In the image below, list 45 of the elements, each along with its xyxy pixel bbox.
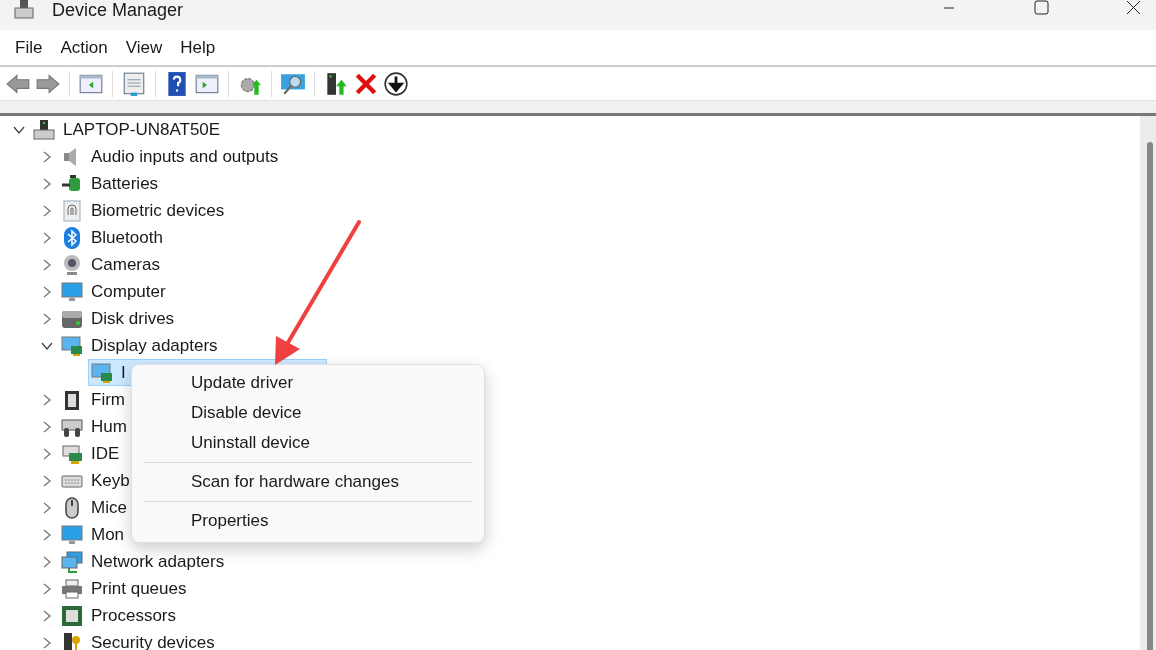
tree-item[interactable]: IDE [91, 443, 120, 464]
key-device-icon [61, 631, 83, 650]
fingerprint-icon [61, 199, 83, 222]
printer-icon [61, 577, 83, 600]
menu-item[interactable]: Action [51, 37, 117, 58]
properties-window-icon[interactable] [121, 70, 147, 97]
tree-item[interactable]: Keyb [91, 470, 130, 491]
tree-item[interactable]: Audio inputs and outputs [91, 146, 279, 167]
monitor-icon [61, 280, 83, 303]
scrollbar[interactable] [1140, 116, 1156, 650]
tree-item[interactable]: Disk drives [91, 308, 175, 329]
tree-item[interactable]: Batteries [91, 173, 159, 194]
network-icon [61, 550, 83, 573]
tree-item[interactable]: Display adapters [91, 335, 218, 356]
menu-item[interactable]: File [6, 37, 52, 58]
display-card-icon [91, 361, 113, 384]
context-menu-item[interactable]: Update driver [136, 368, 480, 398]
tree-item[interactable]: Mon [91, 524, 125, 545]
monitor-icon [61, 523, 83, 546]
processor-icon [61, 604, 83, 627]
tree-item[interactable]: Mice [91, 497, 127, 518]
menu-item[interactable]: View [116, 37, 172, 58]
tree-item[interactable]: Biometric devices [91, 200, 225, 221]
computer-tower-icon [33, 118, 55, 141]
display-card-icon [61, 334, 83, 357]
tree-item[interactable]: LAPTOP-UN8AT50E [63, 119, 221, 140]
context-menu-item[interactable]: Scan for hardware changes [136, 467, 480, 497]
download-circle-icon[interactable] [383, 70, 409, 97]
computer-tower-icon [14, 0, 34, 20]
tree-item[interactable]: Firm [91, 389, 125, 410]
window-title: Device Manager [52, 0, 184, 20]
tree-item[interactable]: Computer [91, 281, 166, 302]
tree-item[interactable]: Processors [91, 605, 177, 626]
tree-item[interactable]: Cameras [91, 254, 160, 275]
bluetooth-icon [61, 226, 83, 249]
context-menu-item[interactable]: Properties [136, 506, 480, 536]
webcam-icon [61, 253, 83, 276]
context-menu-item[interactable]: Uninstall device [136, 428, 480, 458]
tree-item[interactable]: Bluetooth [91, 227, 163, 248]
tree-item[interactable]: Hum [91, 416, 127, 437]
menu-item[interactable]: Help [171, 37, 225, 58]
tree-item[interactable]: Network adapters [91, 551, 225, 572]
tree-item[interactable]: Print queues [91, 578, 187, 599]
context-menu-item[interactable]: Disable device [136, 398, 480, 428]
controller-card-icon [61, 442, 83, 465]
